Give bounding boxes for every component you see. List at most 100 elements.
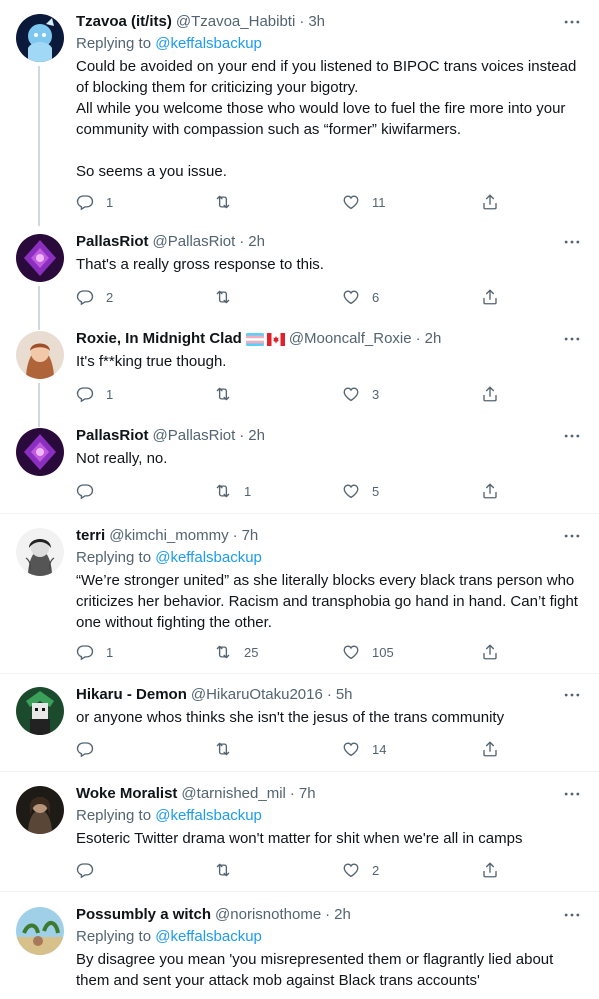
user-handle[interactable]: @Mooncalf_Roxie: [289, 329, 412, 349]
like-button[interactable]: 2: [342, 860, 379, 880]
avatar[interactable]: [16, 786, 64, 834]
like-count: 11: [372, 194, 386, 210]
action-bar: 1 11: [76, 192, 536, 212]
reply-button[interactable]: [76, 481, 106, 501]
tweet[interactable]: terri @kimchi_mommy · 7h Replying to @ke…: [0, 526, 599, 666]
reply-button[interactable]: 1: [76, 642, 113, 662]
timestamp[interactable]: 2h: [248, 232, 265, 252]
retweet-button[interactable]: [214, 192, 244, 212]
tweet[interactable]: PallasRiot @PallasRiot · 2h Not really, …: [0, 426, 599, 512]
user-handle[interactable]: @PallasRiot: [153, 426, 236, 446]
like-button[interactable]: 3: [342, 384, 379, 404]
display-name[interactable]: Roxie, In Midnight Clad: [76, 329, 242, 349]
like-icon: [342, 193, 360, 211]
display-name[interactable]: PallasRiot: [76, 232, 149, 252]
more-icon[interactable]: [561, 12, 583, 32]
like-button[interactable]: 5: [342, 481, 379, 501]
user-handle[interactable]: @Tzavoa_Habibti: [176, 12, 295, 32]
like-button[interactable]: 6: [342, 287, 379, 307]
retweet-button[interactable]: [214, 287, 244, 307]
tweet[interactable]: PallasRiot @PallasRiot · 2h That's a rea…: [0, 232, 599, 330]
tweet[interactable]: Possumbly a witch @norisnothome · 2h Rep…: [0, 905, 599, 999]
user-handle[interactable]: @tarnished_mil: [181, 784, 285, 804]
tweet[interactable]: Tzavoa (it/its) @Tzavoa_Habibti · 3h Rep…: [0, 12, 599, 226]
timestamp[interactable]: 2h: [334, 905, 351, 925]
reply-icon: [76, 740, 94, 758]
user-handle[interactable]: @kimchi_mommy: [109, 526, 228, 546]
display-name[interactable]: Hikaru - Demon: [76, 685, 187, 705]
more-icon[interactable]: [561, 784, 583, 804]
more-icon[interactable]: [561, 685, 583, 705]
share-button[interactable]: [481, 739, 511, 759]
share-button[interactable]: [481, 860, 511, 880]
reply-button[interactable]: 1: [76, 192, 113, 212]
retweet-button[interactable]: [214, 384, 244, 404]
reply-button[interactable]: [76, 739, 106, 759]
mention-link[interactable]: @keffalsbackup: [155, 549, 262, 566]
display-name[interactable]: PallasRiot: [76, 426, 149, 446]
avatar[interactable]: [16, 428, 64, 476]
divider: [0, 891, 599, 892]
retweet-button[interactable]: [214, 860, 244, 880]
share-button[interactable]: [481, 384, 511, 404]
display-name[interactable]: Woke Moralist: [76, 784, 177, 804]
retweet-button[interactable]: [214, 739, 244, 759]
mention-link[interactable]: @keffalsbackup: [155, 807, 262, 824]
timestamp[interactable]: 7h: [299, 784, 316, 804]
share-button[interactable]: [481, 642, 511, 662]
share-button[interactable]: [481, 481, 511, 501]
like-count: 5: [372, 483, 380, 499]
more-icon[interactable]: [561, 232, 583, 252]
timestamp[interactable]: 5h: [336, 685, 353, 705]
retweet-button[interactable]: 1: [214, 481, 251, 501]
reply-button[interactable]: 1: [76, 384, 113, 404]
separator: ·: [325, 906, 331, 923]
timestamp[interactable]: 2h: [248, 426, 265, 446]
more-icon[interactable]: [561, 526, 583, 546]
mention-link[interactable]: @keffalsbackup: [155, 35, 262, 52]
avatar[interactable]: [16, 14, 64, 62]
user-handle[interactable]: @HikaruOtaku2016: [191, 685, 323, 705]
timestamp[interactable]: 3h: [308, 12, 325, 32]
like-button[interactable]: 11: [342, 192, 386, 212]
more-icon[interactable]: [561, 329, 583, 349]
more-icon[interactable]: [561, 905, 583, 925]
replying-to: Replying to @keffalsbackup: [76, 548, 583, 568]
share-icon: [481, 740, 499, 758]
timestamp[interactable]: 2h: [425, 329, 442, 349]
display-name[interactable]: Tzavoa (it/its): [76, 12, 172, 32]
display-name[interactable]: terri: [76, 526, 105, 546]
like-icon: [342, 288, 360, 306]
avatar[interactable]: [16, 234, 64, 282]
retweet-button[interactable]: 25: [214, 642, 258, 662]
like-button[interactable]: 14: [342, 739, 386, 759]
tweet-text: It's f**king true though.: [76, 353, 227, 370]
display-name[interactable]: Possumbly a witch: [76, 905, 211, 925]
divider: [0, 673, 599, 674]
share-button[interactable]: [481, 192, 511, 212]
replying-to: Replying to @keffalsbackup: [76, 927, 583, 947]
tweet-text: Not really, no.: [76, 450, 168, 467]
share-button[interactable]: [481, 287, 511, 307]
avatar[interactable]: [16, 331, 64, 379]
mention-link[interactable]: @keffalsbackup: [155, 928, 262, 945]
user-handle[interactable]: @PallasRiot: [153, 232, 236, 252]
timestamp[interactable]: 7h: [242, 526, 259, 546]
replying-to: Replying to @keffalsbackup: [76, 806, 583, 826]
avatar[interactable]: [16, 687, 64, 735]
avatar[interactable]: [16, 528, 64, 576]
like-button[interactable]: 105: [342, 642, 394, 662]
tweet[interactable]: Hikaru - Demon @HikaruOtaku2016 · 5h or …: [0, 685, 599, 765]
tweet[interactable]: Roxie, In Midnight Clad @Mooncalf_Roxie …: [0, 329, 599, 427]
replying-prefix: Replying to: [76, 549, 156, 566]
user-handle[interactable]: @norisnothome: [215, 905, 321, 925]
action-bar: 1 3: [76, 384, 536, 404]
more-icon[interactable]: [561, 426, 583, 446]
tweet[interactable]: Woke Moralist @tarnished_mil · 7h Replyi…: [0, 784, 599, 884]
like-count: 14: [372, 741, 387, 757]
thread-line: [38, 66, 40, 226]
thread-line: [38, 383, 40, 427]
avatar[interactable]: [16, 907, 64, 955]
reply-button[interactable]: 2: [76, 287, 113, 307]
reply-button[interactable]: [76, 860, 106, 880]
